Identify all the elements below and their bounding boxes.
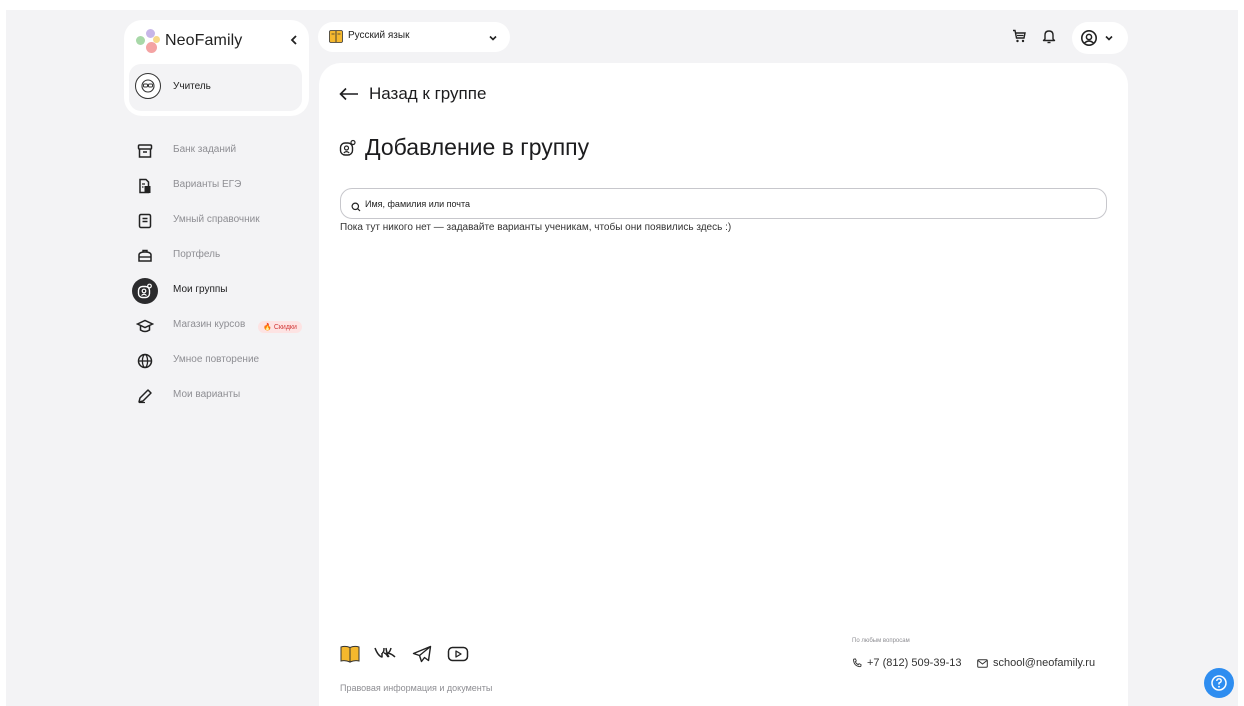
- chevron-down-icon: [488, 30, 498, 48]
- youtube-icon[interactable]: [447, 645, 469, 668]
- sidebar-item-label: Мои группы: [173, 284, 228, 295]
- sidebar-item-label: Портфель: [173, 249, 221, 260]
- sidebar-item-smart-repeat[interactable]: Умное повторение: [132, 348, 312, 374]
- search-box[interactable]: [340, 188, 1107, 219]
- profile-menu-button[interactable]: [1072, 22, 1128, 54]
- teacher-avatar-icon: [135, 73, 161, 99]
- subject-select-value: Русский язык: [348, 30, 410, 41]
- handbook-icon: [134, 210, 156, 232]
- sidebar-item-label: Варианты ЕГЭ: [173, 179, 242, 190]
- brand-name[interactable]: NeoFamily: [165, 32, 242, 50]
- group-icon: [339, 139, 356, 156]
- sidebar-item-task-bank[interactable]: Банк заданий: [132, 138, 312, 164]
- mail-icon: [977, 658, 988, 668]
- vk-icon[interactable]: [374, 645, 396, 666]
- user-circle-icon: [1081, 30, 1097, 46]
- subject-select[interactable]: Русский язык: [318, 22, 510, 52]
- email-link[interactable]: school@neofamily.ru: [977, 657, 1095, 669]
- chevron-down-icon: [1105, 35, 1113, 41]
- phone-icon: [853, 658, 862, 668]
- sale-badge: 🔥 Скидки: [258, 321, 302, 333]
- sidebar-item-exam-variants[interactable]: Варианты ЕГЭ: [132, 173, 312, 199]
- legal-info-link[interactable]: Правовая информация и документы: [340, 683, 492, 693]
- book-icon[interactable]: [340, 645, 360, 668]
- bell-icon[interactable]: [1041, 28, 1057, 49]
- chevron-left-icon: [290, 35, 297, 45]
- pencil-icon: [134, 385, 156, 407]
- sidebar-item-label: Умный справочник: [173, 214, 260, 225]
- sidebar-item-handbook[interactable]: Умный справочник: [132, 208, 312, 234]
- telegram-icon[interactable]: [412, 645, 432, 668]
- sidebar-item-label: Умное повторение: [173, 354, 260, 365]
- page-title: Добавление в группу: [339, 134, 589, 161]
- cart-icon[interactable]: [1011, 28, 1027, 49]
- sidebar-item-label: Мои варианты: [173, 389, 241, 400]
- back-to-group-link[interactable]: Назад к группе: [339, 84, 486, 104]
- sidebar-item-label: Банк заданий: [173, 144, 237, 155]
- help-button[interactable]: [1204, 668, 1234, 698]
- sidebar-item-my-groups[interactable]: Мои группы: [132, 278, 312, 304]
- sidebar-collapse-button[interactable]: [290, 32, 298, 48]
- empty-state-message: Пока тут никого нет — задавайте варианты…: [340, 222, 732, 233]
- contact-caption: По любым вопросам: [852, 638, 910, 644]
- sidebar-item-portfolio[interactable]: Портфель: [132, 243, 312, 269]
- search-icon: [351, 199, 361, 217]
- group-icon: [132, 278, 158, 304]
- briefcase-icon: [134, 245, 156, 267]
- document-stack-icon: [134, 175, 156, 197]
- neofamily-logo-icon[interactable]: [136, 29, 160, 55]
- help-question-icon: [1211, 675, 1227, 691]
- book-icon: [329, 30, 343, 48]
- fire-icon: 🔥: [263, 324, 272, 331]
- page-title-text: Добавление в группу: [365, 134, 590, 160]
- globe-icon: [134, 350, 156, 372]
- back-link-label: Назад к группе: [369, 84, 487, 103]
- search-input[interactable]: [365, 195, 1065, 213]
- sidebar-item-my-variants[interactable]: Мои варианты: [132, 383, 312, 409]
- sidebar-item-label: Магазин курсов: [173, 319, 246, 330]
- graduation-cap-icon: [134, 315, 156, 337]
- arrow-left-icon: [339, 87, 358, 101]
- role-label: Учитель: [173, 81, 211, 92]
- phone-link[interactable]: +7 (812) 509-39-13: [852, 657, 961, 669]
- archive-box-icon: [134, 140, 156, 162]
